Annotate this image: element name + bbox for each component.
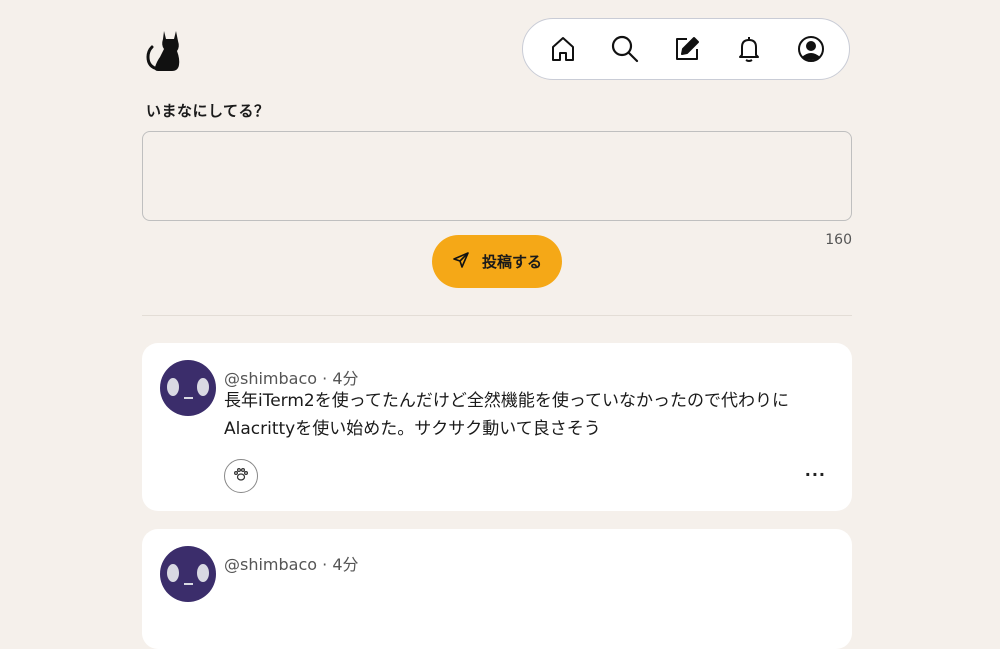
more-options-button[interactable]: ··· xyxy=(805,465,826,484)
post-meta: @shimbaco · 4分 xyxy=(224,551,359,575)
edit-icon[interactable] xyxy=(671,33,703,65)
cat-icon[interactable] xyxy=(144,27,180,73)
post-time: 4分 xyxy=(332,369,359,388)
char-counter: 160 xyxy=(825,232,852,248)
avatar[interactable] xyxy=(160,546,216,602)
post-button-label: 投稿する xyxy=(481,253,542,271)
main-nav xyxy=(522,18,850,80)
post-meta: @shimbaco · 4分 xyxy=(224,365,359,389)
divider xyxy=(142,315,852,316)
bell-icon[interactable] xyxy=(733,33,765,65)
search-icon[interactable] xyxy=(609,33,641,65)
post-card: @shimbaco · 4分 長年iTerm2を使ってたんだけど全然機能を使って… xyxy=(142,343,852,511)
paw-icon xyxy=(233,466,249,486)
home-icon[interactable] xyxy=(547,33,579,65)
reaction-button[interactable] xyxy=(224,459,258,493)
post-handle[interactable]: @shimbaco xyxy=(224,369,317,388)
post-text-line: Alacrittyを使い始めた。サクサク動いて良さそう xyxy=(224,419,601,439)
send-icon xyxy=(452,251,470,273)
post-text-line: 長年iTerm2を使ってたんだけど全然機能を使っていなかったので代わりに xyxy=(224,391,790,411)
meta-separator: · xyxy=(322,555,328,574)
post-card: @shimbaco · 4分 xyxy=(142,529,852,649)
user-icon[interactable] xyxy=(795,33,827,65)
post-button[interactable]: 投稿する xyxy=(432,235,562,288)
avatar[interactable] xyxy=(160,360,216,416)
post-time: 4分 xyxy=(332,555,359,574)
compose-prompt: いまなにしてる？ xyxy=(146,102,270,120)
post-handle[interactable]: @shimbaco xyxy=(224,555,317,574)
meta-separator: · xyxy=(322,369,328,388)
compose-input[interactable] xyxy=(142,131,852,221)
post-body: 長年iTerm2を使ってたんだけど全然機能を使っていなかったので代わりに Ala… xyxy=(224,387,824,443)
